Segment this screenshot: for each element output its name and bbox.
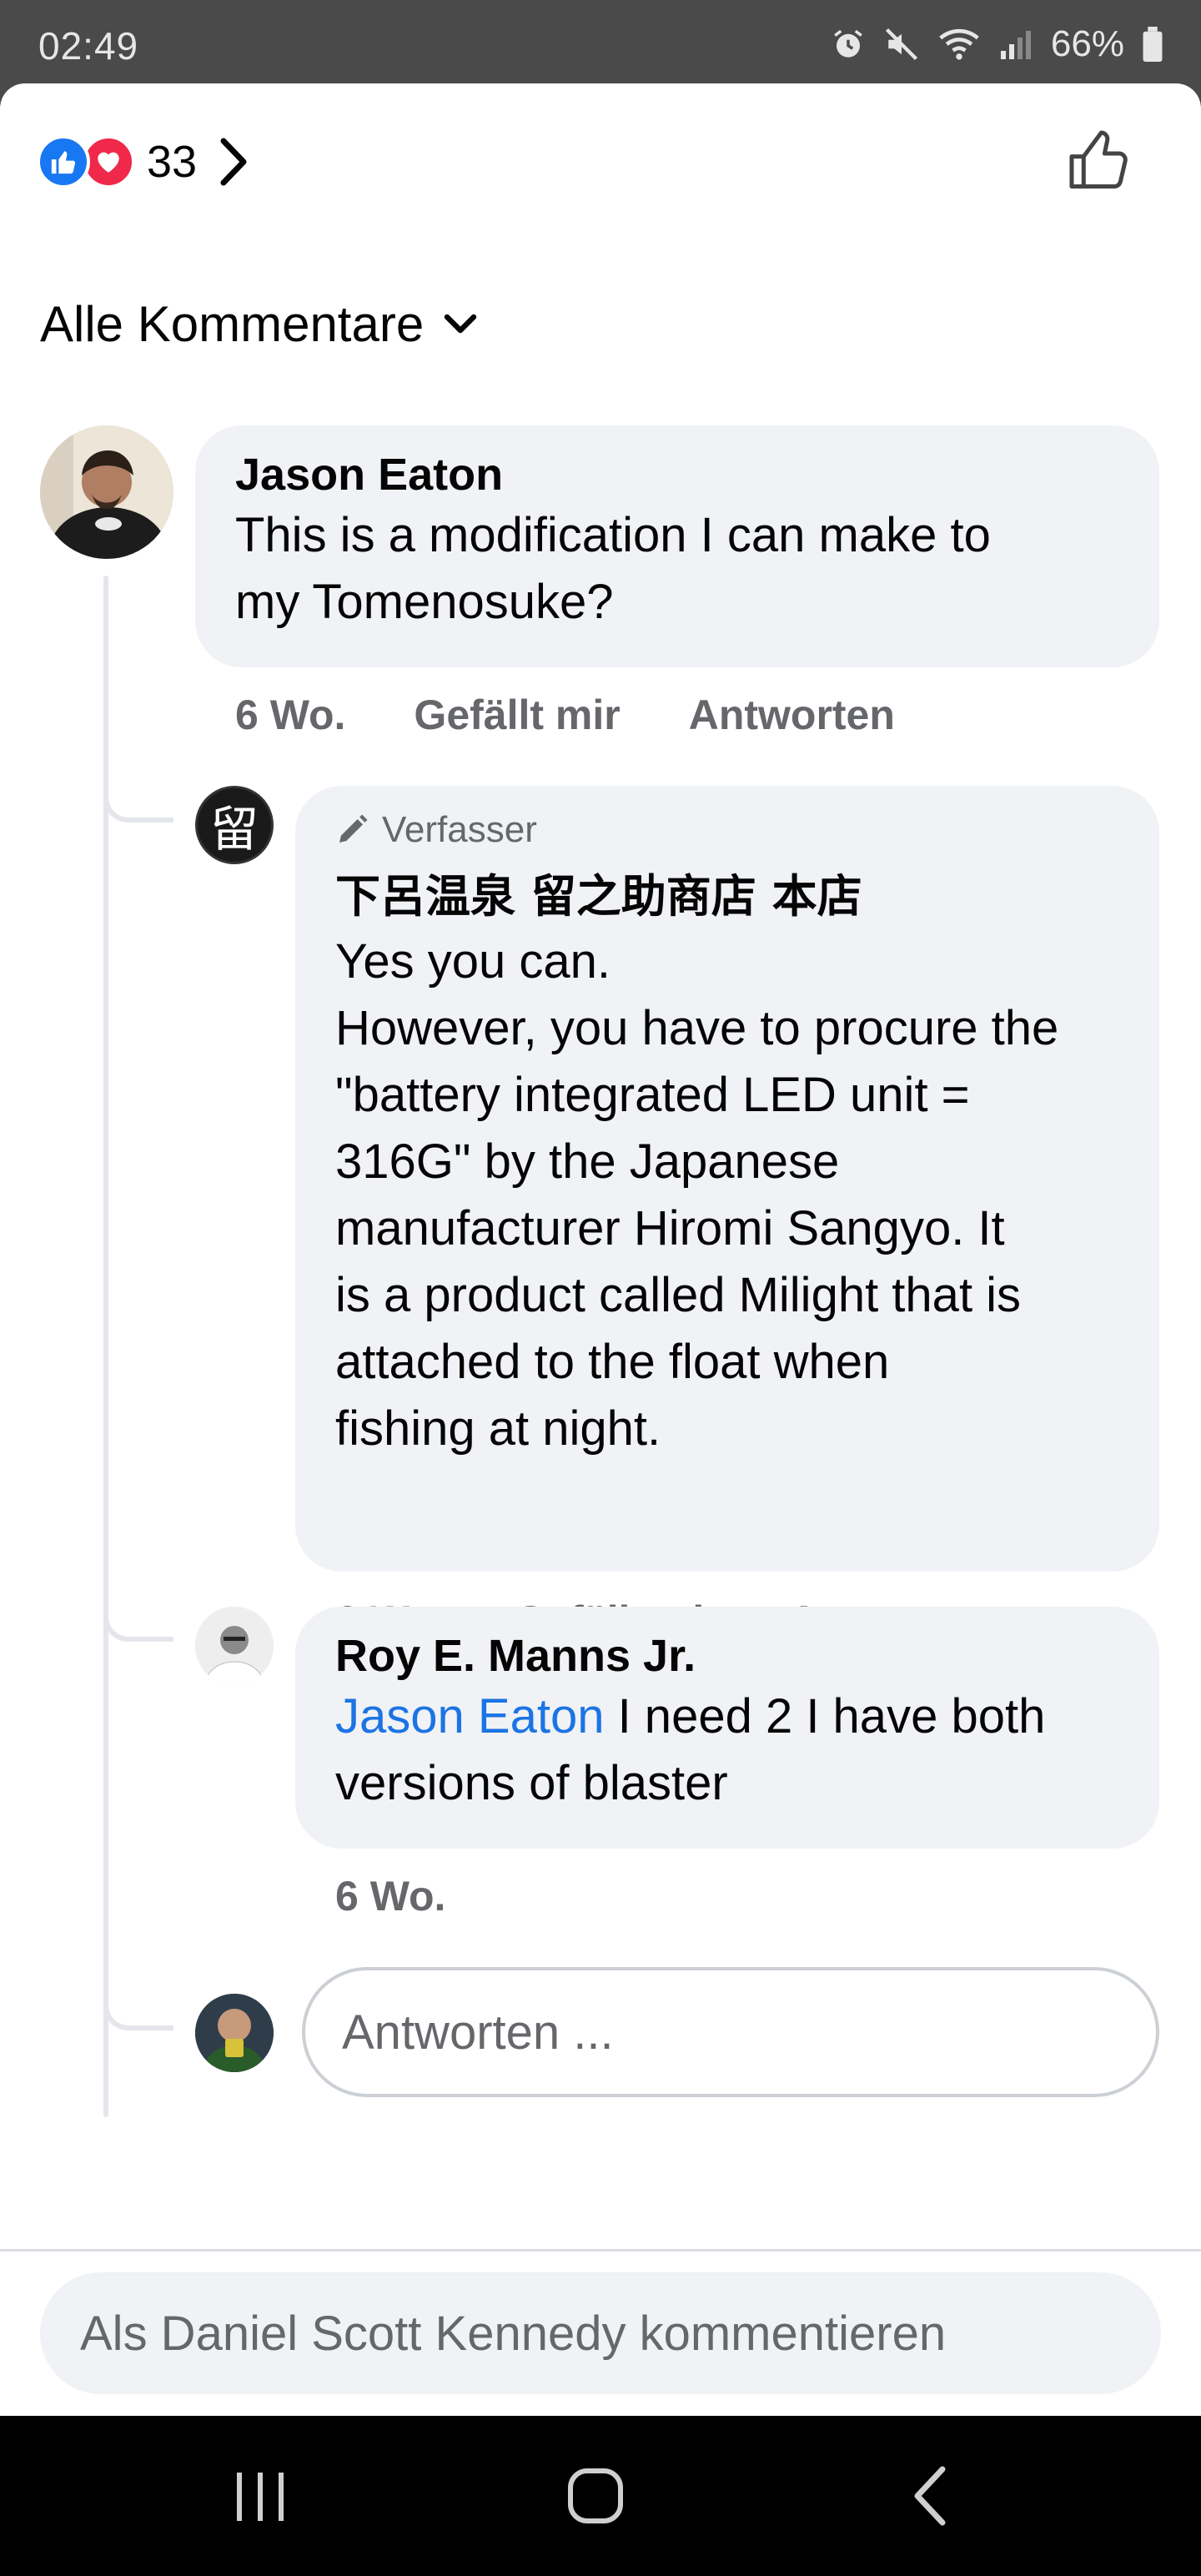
comment-actions: 6 Wo. (335, 1872, 514, 1920)
reactions-summary[interactable]: 33 (37, 135, 249, 189)
avatar[interactable] (195, 1994, 274, 2072)
signal-icon (999, 28, 1033, 61)
comment-text-line: Jason Eaton I need 2 I have both (335, 1683, 1119, 1750)
avatar[interactable] (195, 1607, 274, 1685)
comment-time: 6 Wo. (235, 692, 346, 738)
comment-text: Yes you can. However, you have to procur… (335, 928, 1119, 1462)
comment-text-line: manufacturer Hiromi Sangyo. It (335, 1201, 1005, 1255)
mute-icon (884, 27, 919, 62)
author-badge: Verfasser (335, 809, 1119, 851)
battery-text: 66% (1050, 23, 1124, 64)
reaction-count: 33 (147, 137, 198, 187)
home-icon[interactable] (565, 2466, 626, 2526)
comments-sheet: 33 Alle Kommentare Jason Eaton This is a… (0, 83, 1201, 2416)
comment-actions: 6 Wo. Gefällt mir Antworten (235, 691, 963, 739)
comment-text: This is a modification I can make to my … (235, 502, 1119, 636)
comment-author[interactable]: Jason Eaton (235, 449, 1119, 501)
comment-text: Jason Eaton I need 2 I have both version… (335, 1683, 1119, 1817)
system-nav-bar (0, 2416, 1201, 2576)
battery-icon (1143, 27, 1163, 62)
comment-author[interactable]: 下呂温泉 留之助商店 本店 (335, 859, 1119, 925)
comment-bubble: Roy E. Manns Jr. Jason Eaton I need 2 I … (295, 1607, 1159, 1849)
comment-text-line: fishing at night. (335, 1401, 661, 1456)
status-icons: 66% (831, 23, 1163, 65)
comment-text-line: versions of blaster (335, 1756, 728, 1810)
thread-branch (103, 1603, 173, 1642)
reply-button[interactable]: Antworten (689, 691, 895, 739)
pencil-icon (339, 814, 368, 843)
alarm-icon (831, 27, 866, 62)
filter-label: Alle Kommentare (40, 296, 425, 352)
thread-branch (103, 1992, 173, 2030)
mention-link[interactable]: Jason Eaton (335, 1689, 604, 1743)
badge-label: Verfasser (382, 809, 537, 850)
chevron-down-icon (445, 314, 477, 333)
composer-placeholder: Als Daniel Scott Kennedy kommentieren (80, 2306, 947, 2361)
avatar[interactable] (40, 425, 173, 559)
comment-bubble: Jason Eaton This is a modification I can… (195, 425, 1159, 667)
reply-input-placeholder: Antworten ... (342, 2005, 614, 2060)
like-button[interactable]: Gefällt mir (414, 691, 620, 739)
reply-input[interactable]: Antworten ... (302, 1967, 1159, 2097)
thread-branch (103, 784, 173, 823)
comment-composer-input[interactable]: Als Daniel Scott Kennedy kommentieren (40, 2272, 1161, 2394)
comment-text-fragment: I need 2 I have both (604, 1689, 1046, 1743)
comment-text-line: is a product called Milight that is (335, 1268, 1022, 1322)
wifi-icon (937, 27, 981, 62)
avatar[interactable]: 留 (195, 786, 274, 864)
comment-text-line: Yes you can. (335, 934, 611, 989)
comment-text-line: 316G" by the Japanese (335, 1135, 840, 1189)
comment-bubble: Verfasser 下呂温泉 留之助商店 本店 Yes you can. How… (295, 786, 1159, 1572)
avatar-glyph: 留 (209, 801, 259, 858)
comment-filter-dropdown[interactable]: Alle Kommentare (40, 295, 477, 353)
divider (0, 2249, 1201, 2251)
chevron-right-icon (220, 138, 247, 186)
comment-text-line: This is a modification I can make to (235, 508, 991, 562)
comment-text-line: However, you have to procure the (335, 1001, 1059, 1055)
comment-author[interactable]: Roy E. Manns Jr. (335, 1630, 1119, 1682)
recent-apps-icon[interactable] (230, 2469, 290, 2524)
back-icon[interactable] (909, 2464, 951, 2528)
status-bar: 02:49 66% (0, 0, 1201, 83)
status-time: 02:49 (38, 24, 139, 68)
comment-text-line: attached to the float when (335, 1335, 890, 1389)
comment-text-line: "battery integrated LED unit = (335, 1068, 970, 1122)
comment-time: 6 Wo. (335, 1873, 446, 1919)
comment-text-line: my Tomenosuke? (235, 575, 614, 629)
like-reaction-icon (37, 135, 90, 189)
like-icon[interactable] (1064, 125, 1136, 197)
